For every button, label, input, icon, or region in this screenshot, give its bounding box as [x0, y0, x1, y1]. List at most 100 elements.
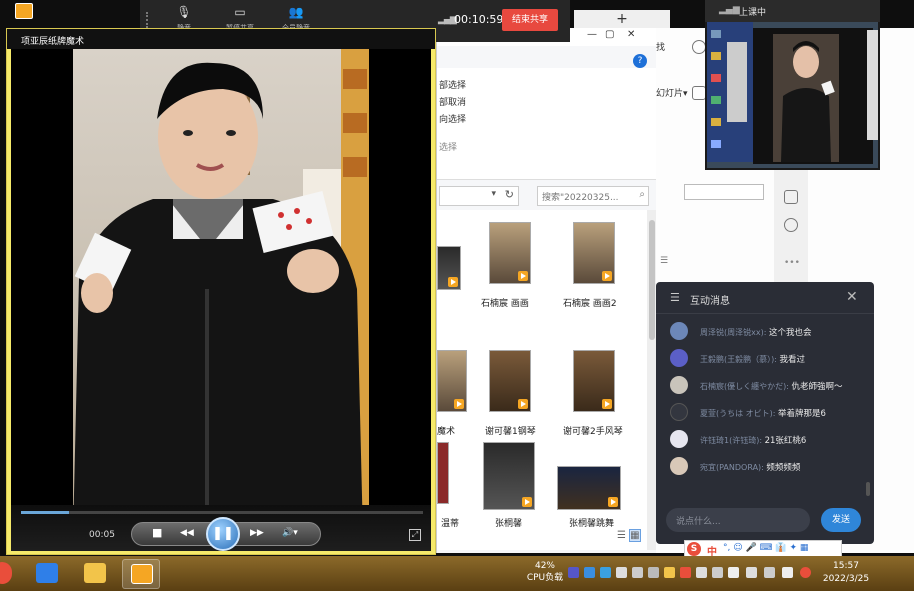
- video-file-icon: [518, 399, 528, 409]
- sogou-ime-icon[interactable]: S: [687, 542, 701, 556]
- refresh-icon[interactable]: ↻: [505, 188, 514, 201]
- battery-icon[interactable]: [764, 567, 775, 578]
- tray-app-icon[interactable]: [680, 567, 691, 578]
- drag-handle[interactable]: [146, 12, 150, 28]
- volume-icon[interactable]: [746, 567, 757, 578]
- view-toggle[interactable]: ☰ ▦: [617, 529, 641, 542]
- network-icon[interactable]: [728, 567, 739, 578]
- file-name[interactable]: 魔术: [437, 424, 455, 437]
- tray-app-icon[interactable]: [568, 567, 579, 578]
- scroll-thumb[interactable]: [649, 220, 655, 340]
- maximize-icon[interactable]: ▢: [605, 29, 614, 40]
- refresh-icon[interactable]: [692, 40, 706, 54]
- file-thumbnail[interactable]: [437, 246, 461, 290]
- clock-date: 2022/3/25: [822, 574, 870, 584]
- help-icon[interactable]: [784, 218, 798, 232]
- help-icon[interactable]: ?: [633, 54, 647, 68]
- webcam-header: ▂▄▆ 上课中: [705, 0, 880, 22]
- previous-icon[interactable]: ◀◀: [180, 528, 194, 538]
- search-input[interactable]: 搜索"20220325... ⌕: [537, 186, 649, 206]
- volume-icon[interactable]: 🔊▾: [282, 528, 298, 538]
- seek-bar[interactable]: [21, 511, 423, 514]
- file-name[interactable]: 石楠宸 画画2: [563, 296, 617, 309]
- tray-app-icon[interactable]: [664, 567, 675, 578]
- video-frame[interactable]: [11, 49, 431, 537]
- tray-app-icon[interactable]: [712, 567, 723, 578]
- explorer-ribbon: 部选择 部取消 向选择 选择: [437, 68, 657, 180]
- end-share-button[interactable]: 结束共享: [502, 9, 558, 31]
- magician-figure: [73, 62, 363, 537]
- menu-icon[interactable]: ☰: [670, 291, 680, 304]
- ribbon-group-label: 选择: [439, 143, 458, 153]
- ribbon-select-all[interactable]: 部选择: [439, 78, 466, 91]
- sogou-tray-icon[interactable]: [800, 567, 811, 578]
- address-bar[interactable]: ▾ ↻: [439, 186, 519, 206]
- message-text: 这个我也会: [768, 328, 812, 338]
- tray-app-icon[interactable]: [696, 567, 707, 578]
- close-icon[interactable]: ✕: [627, 29, 635, 40]
- person-figure: [773, 34, 839, 162]
- seek-bar-fill: [21, 511, 70, 514]
- thumbnail-view-icon[interactable]: ▦: [629, 529, 641, 542]
- file-thumbnail[interactable]: [437, 350, 467, 412]
- start-icon[interactable]: [0, 562, 12, 584]
- details-view-icon[interactable]: ☰: [617, 530, 626, 541]
- more-icon[interactable]: •••: [784, 258, 800, 268]
- clock[interactable]: 15:57 2022/3/25: [816, 560, 876, 586]
- new-tab-button[interactable]: +: [574, 10, 670, 28]
- file-name[interactable]: 谢可馨1钢琴: [485, 424, 536, 437]
- display-icon[interactable]: [782, 567, 793, 578]
- file-thumbnail[interactable]: [483, 442, 535, 510]
- copy-icon[interactable]: [784, 190, 798, 204]
- taskbar-app-player[interactable]: [122, 559, 160, 589]
- taskbar-app-explorer[interactable]: [76, 559, 114, 589]
- ribbon-select-none[interactable]: 部取消: [439, 95, 466, 108]
- avatar: [670, 457, 688, 475]
- clock-time: 15:57: [833, 561, 859, 571]
- close-icon[interactable]: ✕: [846, 289, 858, 305]
- tray-app-icon[interactable]: [584, 567, 595, 578]
- slides-dropdown[interactable]: 幻灯片▾: [656, 86, 688, 99]
- message-sender: 许钰琦1(许钰琦):: [700, 436, 763, 445]
- chat-scrollbar[interactable]: [866, 482, 870, 496]
- chat-message: 王毅鹏(王毅鹏（慕）): 我看过: [670, 349, 870, 369]
- list-icon[interactable]: ☰: [660, 256, 668, 266]
- file-thumbnail[interactable]: [573, 222, 615, 284]
- next-icon[interactable]: ▶▶: [250, 528, 264, 538]
- fullscreen-icon[interactable]: ⤢: [409, 529, 421, 541]
- ime-tools-icons[interactable]: °, ☺ 🎤 ⌨ 👔 ✦ ▦: [723, 543, 808, 553]
- pause-button[interactable]: ❚❚: [206, 517, 240, 551]
- avatar: [670, 349, 688, 367]
- video-player-window[interactable]: 项亚辰纸牌魔术 00:05 ■ ◀◀ ▶▶ 🔊▾ ❚❚ ⤢: [6, 3, 436, 555]
- tray-app-icon[interactable]: [600, 567, 611, 578]
- file-thumbnail[interactable]: [489, 222, 531, 284]
- file-thumbnail[interactable]: [437, 442, 449, 504]
- taskbar-app-wps[interactable]: [28, 559, 66, 589]
- tray-app-icon[interactable]: [616, 567, 627, 578]
- video-file-icon: [522, 497, 532, 507]
- send-button[interactable]: 发送: [821, 508, 861, 532]
- file-name[interactable]: 张桐馨跳舞: [569, 516, 614, 529]
- find-label[interactable]: 找: [656, 40, 665, 53]
- wps-icon: [36, 563, 58, 583]
- stop-icon[interactable]: ■: [152, 526, 162, 539]
- cpu-meter: 42% CPU负载: [522, 560, 568, 584]
- file-thumbnail[interactable]: [557, 466, 621, 510]
- chat-input[interactable]: 说点什么...: [666, 508, 810, 532]
- chevron-down-icon[interactable]: ▾: [491, 189, 496, 199]
- font-size-box[interactable]: [684, 184, 764, 200]
- chat-message: 周泽锐(周泽锐xx): 这个我也会: [670, 322, 870, 342]
- tray-app-icon[interactable]: [632, 567, 643, 578]
- file-name[interactable]: 温蒂: [441, 516, 459, 529]
- file-name[interactable]: 石楠宸 画画: [481, 296, 529, 309]
- ribbon-invert-selection[interactable]: 向选择: [439, 112, 466, 125]
- minimize-icon[interactable]: —: [587, 29, 597, 40]
- file-name[interactable]: 张桐馨: [495, 516, 522, 529]
- webcam-preview[interactable]: ▂▄▆ 上课中: [705, 0, 880, 170]
- tray-app-icon[interactable]: [648, 567, 659, 578]
- file-thumbnail[interactable]: [489, 350, 531, 412]
- file-thumbnail[interactable]: [573, 350, 615, 412]
- class-status: 上课中: [739, 8, 767, 18]
- video-icon[interactable]: [692, 86, 706, 100]
- file-name[interactable]: 谢可馨2手风琴: [563, 424, 623, 437]
